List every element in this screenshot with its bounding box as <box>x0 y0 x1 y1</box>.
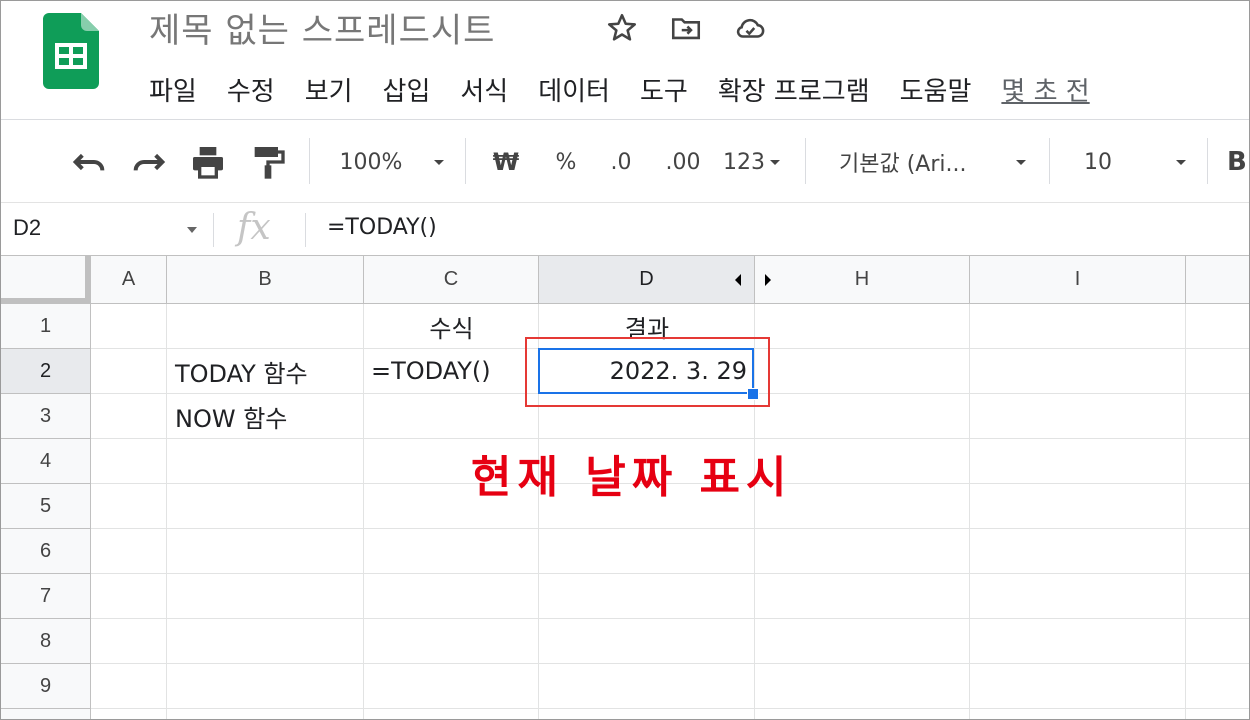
highlight-box <box>525 337 770 407</box>
menu-edit[interactable]: 수정 <box>227 71 275 108</box>
row-header-7[interactable]: 7 <box>1 574 91 619</box>
number-format-button[interactable]: 123 <box>721 142 767 182</box>
column-header-c[interactable]: C <box>364 256 539 304</box>
column-header-next[interactable] <box>1186 256 1249 304</box>
menu-file[interactable]: 파일 <box>149 71 197 108</box>
formula-bar: D2 fx =TODAY() <box>1 203 1249 255</box>
chevron-down-icon[interactable] <box>429 142 449 182</box>
row-header-2[interactable]: 2 <box>1 349 91 394</box>
star-icon[interactable] <box>605 11 639 45</box>
toolbar: 100% ₩ % .0 .00 123 기본값 (Ari... 10 B <box>1 120 1249 202</box>
paint-format-icon[interactable] <box>248 142 288 182</box>
increase-decimal-button[interactable]: .00 <box>661 142 705 182</box>
column-header-d[interactable]: D <box>539 256 755 304</box>
column-header-h[interactable]: H <box>755 256 970 304</box>
menu-data[interactable]: 데이터 <box>538 71 610 108</box>
app-window: 제목 없는 스프레드시트 파일 수정 보기 삽입 서식 데이터 도구 확장 프로… <box>0 0 1250 720</box>
document-title[interactable]: 제목 없는 스프레드시트 <box>149 3 495 52</box>
formula-input[interactable]: =TODAY() <box>327 215 437 240</box>
row-header-3[interactable]: 3 <box>1 394 91 439</box>
menu-view[interactable]: 보기 <box>305 71 353 108</box>
chevron-down-icon[interactable] <box>765 142 785 182</box>
cloud-saved-icon[interactable] <box>733 11 767 45</box>
cell-c2[interactable]: =TODAY() <box>371 349 539 393</box>
hidden-columns-arrows-icon[interactable] <box>731 270 771 290</box>
row-header-6[interactable]: 6 <box>1 529 91 574</box>
column-header-b[interactable]: B <box>167 256 364 304</box>
row-header-8[interactable]: 8 <box>1 619 91 664</box>
menu-bar: 파일 수정 보기 삽입 서식 데이터 도구 확장 프로그램 도움말 몇 초 전 <box>149 69 1120 109</box>
fx-icon: fx <box>237 207 271 248</box>
cell-b2[interactable]: TODAY 함수 <box>175 349 363 393</box>
annotation-text: 현재 날짜 표시 <box>471 452 793 503</box>
font-family-select[interactable]: 기본값 (Ari... <box>839 142 989 182</box>
last-edit-link[interactable]: 몇 초 전 <box>1001 71 1089 108</box>
row-header-5[interactable]: 5 <box>1 484 91 529</box>
chevron-down-icon[interactable] <box>1171 142 1191 182</box>
column-header-i[interactable]: I <box>970 256 1186 304</box>
decrease-decimal-button[interactable]: .0 <box>601 142 641 182</box>
currency-format-button[interactable]: ₩ <box>489 142 523 182</box>
menu-format[interactable]: 서식 <box>460 71 508 108</box>
name-box[interactable]: D2 <box>13 215 41 241</box>
percent-format-button[interactable]: % <box>551 142 581 182</box>
redo-icon[interactable] <box>129 142 169 182</box>
menu-insert[interactable]: 삽입 <box>383 71 431 108</box>
move-to-folder-icon[interactable] <box>669 11 703 45</box>
select-all-corner[interactable] <box>1 256 91 304</box>
cell-b3[interactable]: NOW 함수 <box>175 394 363 438</box>
undo-icon[interactable] <box>69 142 109 182</box>
column-header-a[interactable]: A <box>91 256 167 304</box>
font-size-select[interactable]: 10 <box>1081 142 1115 182</box>
spreadsheet-grid: A B C D H I 1 2 3 4 5 6 7 8 9 수식 결과 TODA… <box>1 256 1249 719</box>
zoom-select[interactable]: 100% <box>331 142 411 182</box>
row-header-1[interactable]: 1 <box>1 304 91 349</box>
menu-help[interactable]: 도움말 <box>900 71 972 108</box>
print-icon[interactable] <box>188 142 228 182</box>
row-header-4[interactable]: 4 <box>1 439 91 484</box>
menu-extensions[interactable]: 확장 프로그램 <box>718 71 870 108</box>
row-header-9[interactable]: 9 <box>1 664 91 709</box>
sheets-logo-icon[interactable] <box>43 13 99 89</box>
menu-tools[interactable]: 도구 <box>640 71 688 108</box>
row-header-10[interactable] <box>1 709 91 719</box>
chevron-down-icon[interactable] <box>1011 142 1031 182</box>
chevron-down-icon[interactable] <box>185 225 199 235</box>
cell-c1[interactable]: 수식 <box>364 304 539 348</box>
bold-button[interactable]: B <box>1227 142 1249 182</box>
